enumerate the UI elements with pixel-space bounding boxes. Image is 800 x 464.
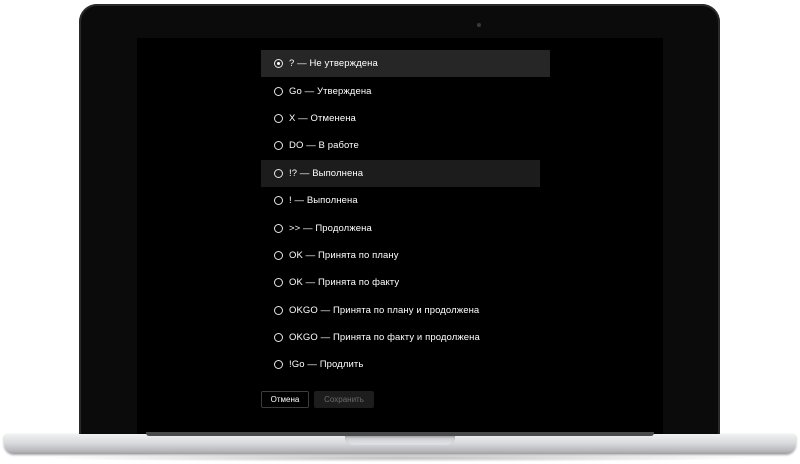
laptop-mockup: ? — Не утверждена Go — Утверждена X — От… [0,0,800,464]
status-option-accepted-fact[interactable]: OK — Принята по факту [261,269,550,296]
option-label: ? — Не утверждена [289,58,378,70]
option-label: !? — Выполнена [289,167,364,179]
option-label: ! — Выполнена [289,195,358,207]
radio-unchecked-icon[interactable] [274,223,283,233]
status-option-accepted-plan[interactable]: OK — Принята по плану [261,242,550,269]
option-label: !Go — Продлить [289,359,364,371]
radio-unchecked-icon[interactable] [274,196,283,206]
save-button[interactable]: Сохранить [314,391,374,408]
camera-icon [477,23,481,27]
option-label: OK — Принята по факту [289,277,400,289]
radio-unchecked-icon[interactable] [274,278,283,288]
status-option-approved[interactable]: Go — Утверждена [261,77,550,104]
status-option-list: ? — Не утверждена Go — Утверждена X — От… [261,50,550,379]
radio-unchecked-icon[interactable] [274,360,283,370]
radio-unchecked-icon[interactable] [274,305,283,315]
laptop-notch [345,436,455,445]
radio-unchecked-icon[interactable] [274,113,283,123]
status-option-continued[interactable]: >> — Продолжена [261,214,550,241]
status-option-in-progress[interactable]: DO — В работе [261,132,550,159]
status-option-not-approved[interactable]: ? — Не утверждена [261,50,550,78]
option-label: DO — В работе [289,140,359,152]
status-option-done[interactable]: ! — Выполнена [261,187,550,214]
radio-checked-icon[interactable] [274,59,283,69]
radio-unchecked-icon[interactable] [274,250,283,260]
status-option-extend[interactable]: !Go — Продлить [261,351,550,378]
option-label: OK — Принята по плану [289,249,399,261]
radio-unchecked-icon[interactable] [274,333,283,343]
status-option-accepted-fact-continued[interactable]: OKGO — Принята по факту и продолжена [261,324,550,351]
status-option-done-questionable[interactable]: !? — Выполнена [261,159,540,187]
laptop-shadow [40,454,760,462]
cancel-button[interactable]: Отмена [261,391,309,408]
radio-unchecked-icon[interactable] [274,168,283,178]
status-option-cancelled[interactable]: X — Отменена [261,105,550,132]
dialog-actions: Отмена Сохранить [261,391,374,408]
radio-unchecked-icon[interactable] [274,141,283,151]
option-label: OKGO — Принята по плану и продолжена [289,304,480,316]
status-option-accepted-plan-continued[interactable]: OKGO — Принята по плану и продолжена [261,297,550,324]
option-label: Go — Утверждена [289,85,372,97]
option-label: OKGO — Принята по факту и продолжена [289,332,480,344]
option-label: X — Отменена [289,112,356,124]
option-label: >> — Продолжена [289,222,372,234]
radio-unchecked-icon[interactable] [274,86,283,96]
